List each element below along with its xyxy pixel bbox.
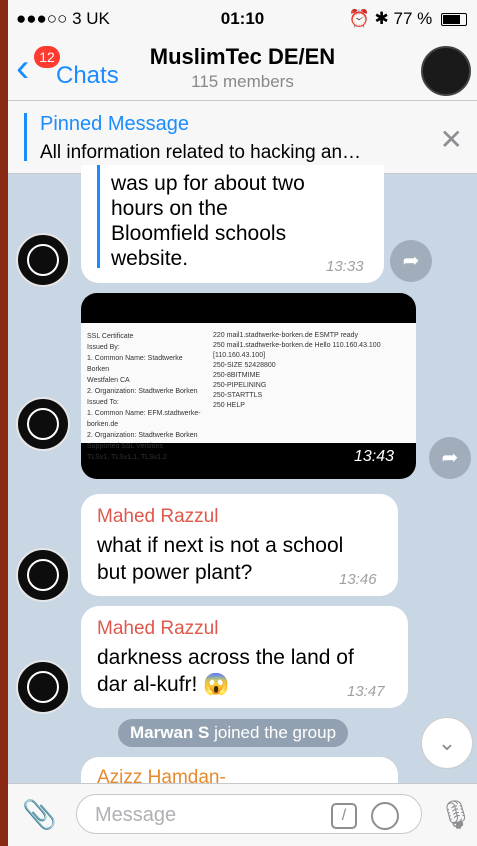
document-line: 250 mail1.stadtwerke-borken.de Hello 110…: [213, 342, 381, 359]
document-line: 2. Organization: Stadtwerke Borken: [87, 388, 198, 395]
message-bubble[interactable]: Mahed Razzul what if next is not a schoo…: [81, 494, 398, 596]
document-line: 250-STARTTLS: [213, 392, 263, 399]
sticker-icon[interactable]: [371, 802, 399, 830]
scroll-down-button[interactable]: ⌄: [421, 717, 473, 769]
document-line: 1. Common Name: Stadtwerke Borken: [87, 355, 183, 373]
document-line: 250 HELP: [213, 402, 245, 409]
share-icon[interactable]: ➦: [429, 437, 471, 479]
pinned-message-bar[interactable]: Pinned Message All information related t…: [8, 101, 477, 174]
message-line: website.: [111, 247, 189, 270]
pinned-title: Pinned Message: [40, 113, 189, 135]
status-bar: ●●●○○ 3 UK 01:10 ⏰ ✱ 77 %: [8, 0, 477, 38]
chat-screen: ●●●○○ 3 UK 01:10 ⏰ ✱ 77 % ‹ 12 Chats Mus…: [8, 0, 477, 846]
message-line: darkness across the land of: [97, 646, 354, 669]
close-icon[interactable]: ✕: [440, 123, 463, 156]
message-line: hours on the: [111, 197, 228, 220]
message-field[interactable]: /: [76, 794, 422, 834]
message-line: dar al-kufr! 😱: [97, 673, 230, 696]
chat-title[interactable]: MuslimTec DE/EN: [8, 44, 477, 70]
pinned-accent-bar: [24, 113, 27, 161]
attach-icon[interactable]: 📎: [22, 798, 57, 831]
group-avatar[interactable]: [421, 46, 471, 96]
avatar[interactable]: [16, 397, 70, 451]
joined-user: Marwan S: [130, 723, 210, 742]
avatar[interactable]: [16, 233, 70, 287]
document-line: SSL Certificate: [87, 333, 134, 340]
document-line: 1. Common Name: EFM.stadtwerke-: [87, 410, 201, 417]
microphone-icon[interactable]: 🎙: [438, 798, 474, 831]
alarm-icon: ⏰: [348, 9, 370, 28]
quote-bar: [97, 165, 100, 268]
battery-percent: 77 %: [393, 9, 433, 28]
ssl-certificate-text: SSL Certificate Issued By: 1. Common Name:…: [87, 331, 202, 463]
sender-name: Mahed Razzul: [97, 506, 219, 527]
message-bubble[interactable]: Mahed Razzul darkness across the land of…: [81, 606, 408, 708]
smtp-log-text: 220 mail1.stadtwerke-borken.de ESMTP rea…: [213, 331, 413, 411]
battery-icon: [441, 13, 467, 27]
document-line: 220 mail1.stadtwerke-borken.de ESMTP rea…: [213, 332, 358, 339]
document-line: Supported SSL Versions: [87, 443, 164, 450]
message-time: 13:33: [326, 258, 364, 275]
document-line: borken.de: [87, 421, 119, 428]
message-time: 13:43: [345, 447, 402, 467]
share-icon[interactable]: ➦: [390, 240, 432, 282]
document-line: 250-PIPELINING: [213, 382, 267, 389]
message-bubble[interactable]: was up for about two hours on the Bloomf…: [81, 165, 384, 283]
message-time: 13:46: [339, 571, 377, 588]
message-line: what if next is not a school: [97, 534, 344, 557]
member-count: 115 members: [191, 72, 294, 91]
pinned-text: All information related to hacking an…: [40, 142, 362, 163]
message-line: was up for about two: [111, 172, 305, 195]
avatar[interactable]: [16, 548, 70, 602]
message-input[interactable]: [93, 801, 297, 829]
command-icon[interactable]: /: [331, 803, 357, 829]
document-line: Westfalen CA: [87, 377, 130, 384]
service-message: Marwan S joined the group: [118, 719, 349, 747]
document-line: 250-8BITMIME: [213, 372, 261, 379]
service-text: joined the group: [214, 723, 337, 742]
message-line: Bloomfield schools: [111, 222, 287, 245]
document-line: Issued To:: [87, 399, 119, 406]
document-line: 2. Organization: Stadtwerke Borken: [87, 432, 198, 439]
document-line: TLSv1, TLSv1.1, TLSv1.2: [87, 454, 167, 461]
chevron-down-icon: ⌄: [437, 730, 457, 755]
message-time: 13:47: [347, 683, 385, 700]
photo-message[interactable]: SSL Certificate Issued By: 1. Common Name:…: [81, 293, 416, 479]
bluetooth-icon: ✱: [374, 9, 389, 28]
screenshot-image: SSL Certificate Issued By: 1. Common Name:…: [81, 323, 416, 461]
document-line: Issued By:: [87, 344, 120, 351]
sender-name: Mahed Razzul: [97, 618, 219, 639]
document-line: 250-SIZE 52428800: [213, 362, 276, 369]
avatar[interactable]: [16, 660, 70, 714]
battery-status: ⏰ ✱ 77 %: [349, 9, 467, 29]
message-line: but power plant?: [97, 561, 253, 584]
message-input-bar: 📎 / 🎙: [8, 783, 477, 846]
chat-header: ‹ 12 Chats MuslimTec DE/EN 115 members: [8, 38, 477, 101]
